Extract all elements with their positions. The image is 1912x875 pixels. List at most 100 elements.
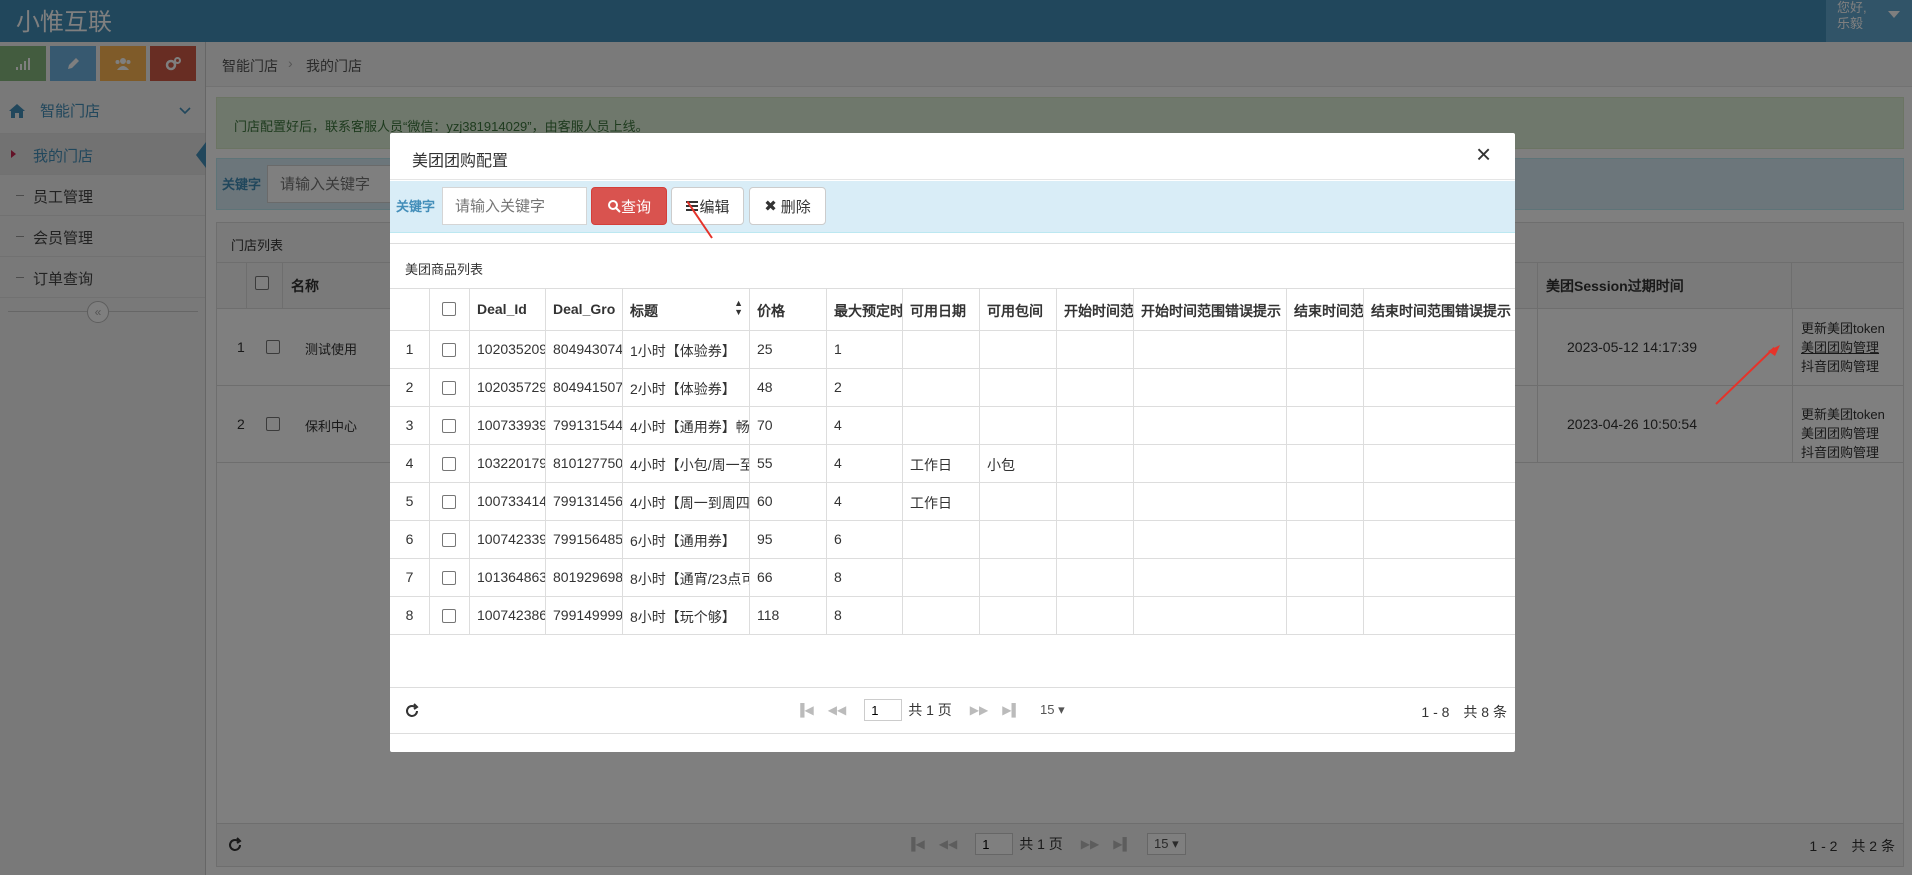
- deal-start: [1057, 445, 1134, 483]
- row-checkbox[interactable]: [442, 533, 456, 547]
- deal-start: [1057, 521, 1134, 559]
- next-page-icon[interactable]: ▶▶: [970, 703, 988, 717]
- prev-page-icon[interactable]: ◀◀: [828, 703, 846, 717]
- row-checkbox[interactable]: [442, 495, 456, 509]
- deal-end: [1287, 483, 1364, 521]
- deal-end: [1287, 597, 1364, 635]
- deal-date: [903, 521, 980, 559]
- deal-price: 66: [750, 559, 827, 597]
- deal-id: 101364863: [470, 559, 546, 597]
- deal-room: [980, 369, 1057, 407]
- col-deal-id[interactable]: Deal_Id: [470, 289, 546, 331]
- close-icon[interactable]: ×: [1476, 139, 1491, 170]
- deal-title: 4小时【周一到周四: [623, 483, 750, 521]
- deal-date: [903, 559, 980, 597]
- deal-end-error: [1364, 483, 1515, 521]
- deal-end-error: [1364, 331, 1515, 369]
- deal-end: [1287, 369, 1364, 407]
- row-checkbox-cell: [430, 559, 470, 597]
- deal-title: 2小时【体验券】: [623, 369, 750, 407]
- row-checkbox-cell: [430, 597, 470, 635]
- deal-max: 4: [827, 445, 903, 483]
- deal-max: 2: [827, 369, 903, 407]
- row-number: 2: [390, 369, 430, 407]
- col-end-range-error[interactable]: 结束时间范围错误提示: [1364, 289, 1515, 331]
- deal-max: 6: [827, 521, 903, 559]
- deal-group: 799131456: [546, 483, 623, 521]
- row-checkbox[interactable]: [442, 381, 456, 395]
- refresh-icon[interactable]: [404, 703, 420, 719]
- deal-date: [903, 597, 980, 635]
- col-deal-group[interactable]: Deal_Gro: [546, 289, 623, 331]
- deal-room: [980, 407, 1057, 445]
- col-start-range-error[interactable]: 开始时间范围错误提示: [1134, 289, 1287, 331]
- deal-end: [1287, 407, 1364, 445]
- modal-search-input[interactable]: [442, 187, 587, 225]
- deal-room: [980, 597, 1057, 635]
- deal-start: [1057, 331, 1134, 369]
- deal-grid: Deal_Id Deal_Gro 标题 ▲ ▼ 价格 最大预定时 可用日期 可用包间…: [390, 289, 1515, 709]
- col-max-booking[interactable]: 最大预定时: [827, 289, 903, 331]
- deal-room: [980, 331, 1057, 369]
- deal-title: 4小时【通用券】畅: [623, 407, 750, 445]
- row-checkbox[interactable]: [442, 609, 456, 623]
- deal-group: 804941507: [546, 369, 623, 407]
- deal-group: 799149999: [546, 597, 623, 635]
- deal-end-error: [1364, 407, 1515, 445]
- last-page-icon[interactable]: ▶▌: [1002, 703, 1020, 717]
- deal-price: 70: [750, 407, 827, 445]
- row-checkbox[interactable]: [442, 419, 456, 433]
- deal-end: [1287, 559, 1364, 597]
- deal-room: [980, 483, 1057, 521]
- deal-end: [1287, 331, 1364, 369]
- col-available-date[interactable]: 可用日期: [903, 289, 980, 331]
- deal-start-error: [1134, 521, 1287, 559]
- sort-icon[interactable]: ▲ ▼: [734, 299, 743, 317]
- col-price[interactable]: 价格: [750, 289, 827, 331]
- deal-list-panel: 美团商品列表 Deal_Id Deal_Gro 标题 ▲ ▼ 价格 最大预定时 可用…: [390, 243, 1515, 734]
- deal-start-error: [1134, 597, 1287, 635]
- row-number: 4: [390, 445, 430, 483]
- deal-end-error: [1364, 369, 1515, 407]
- deal-price: 60: [750, 483, 827, 521]
- query-button[interactable]: 查询: [591, 187, 667, 225]
- deal-id: 100742386: [470, 597, 546, 635]
- row-number: 7: [390, 559, 430, 597]
- row-checkbox[interactable]: [442, 457, 456, 471]
- row-checkbox[interactable]: [442, 343, 456, 357]
- deal-end: [1287, 521, 1364, 559]
- col-title[interactable]: 标题 ▲ ▼: [623, 289, 750, 331]
- deal-price: 55: [750, 445, 827, 483]
- deal-end: [1287, 445, 1364, 483]
- delete-button[interactable]: ✖ 删除: [749, 187, 826, 225]
- deal-end-error: [1364, 521, 1515, 559]
- deal-start: [1057, 407, 1134, 445]
- deal-start: [1057, 597, 1134, 635]
- deal-end-error: [1364, 445, 1515, 483]
- deal-start: [1057, 483, 1134, 521]
- row-checkbox-cell: [430, 331, 470, 369]
- deal-id: 103220179: [470, 445, 546, 483]
- edit-button[interactable]: 编辑: [671, 187, 744, 225]
- deal-title: 1小时【体验券】: [623, 331, 750, 369]
- deal-group: 804943074: [546, 331, 623, 369]
- deal-room: [980, 521, 1057, 559]
- page-size-select[interactable]: 15 ▾: [1036, 700, 1069, 720]
- deal-title: 8小时【玩个够】: [623, 597, 750, 635]
- deal-end-error: [1364, 597, 1515, 635]
- deal-start-error: [1134, 559, 1287, 597]
- first-page-icon[interactable]: ▐◀: [796, 703, 814, 717]
- times-icon: ✖: [764, 198, 777, 215]
- col-end-range[interactable]: 结束时间范: [1287, 289, 1364, 331]
- deal-start-error: [1134, 369, 1287, 407]
- page-input[interactable]: [864, 699, 903, 721]
- deal-price: 95: [750, 521, 827, 559]
- deal-group: 799156485: [546, 521, 623, 559]
- col-available-room[interactable]: 可用包间: [980, 289, 1057, 331]
- select-all-checkbox[interactable]: [442, 302, 456, 316]
- deal-id: 102035209: [470, 331, 546, 369]
- row-checkbox[interactable]: [442, 571, 456, 585]
- deal-end-error: [1364, 559, 1515, 597]
- col-start-range[interactable]: 开始时间范: [1057, 289, 1134, 331]
- deal-price: 48: [750, 369, 827, 407]
